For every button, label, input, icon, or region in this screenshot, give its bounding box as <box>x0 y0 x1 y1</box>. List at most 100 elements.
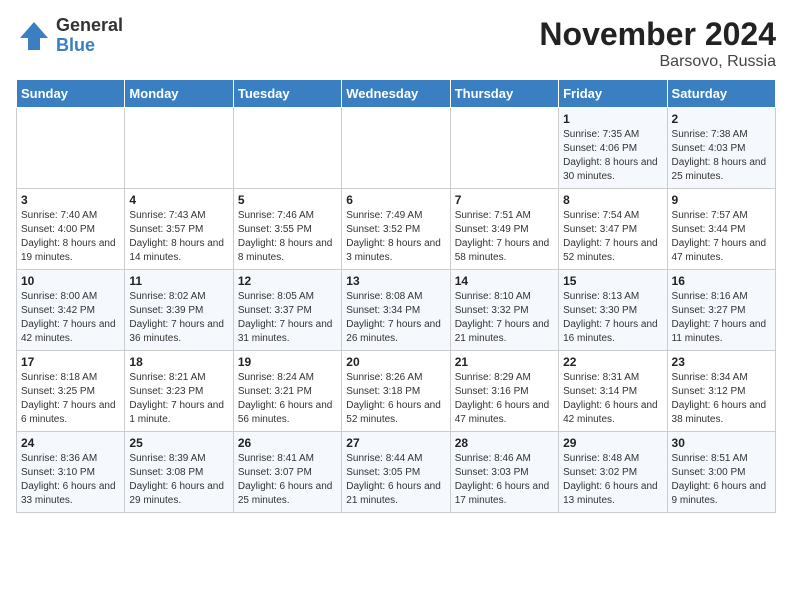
day-number: 8 <box>563 193 662 207</box>
calendar-cell: 27 Sunrise: 8:44 AM Sunset: 3:05 PM Dayli… <box>342 432 450 513</box>
calendar-cell: 7 Sunrise: 7:51 AM Sunset: 3:49 PM Daylig… <box>450 189 558 270</box>
day-info: Sunrise: 7:43 AM Sunset: 3:57 PM Dayligh… <box>129 209 228 265</box>
logo-text: General Blue <box>56 16 123 56</box>
day-number: 26 <box>238 436 337 450</box>
day-info: Sunrise: 8:24 AM Sunset: 3:21 PM Dayligh… <box>238 371 337 427</box>
day-info: Sunrise: 8:21 AM Sunset: 3:23 PM Dayligh… <box>129 371 228 427</box>
day-number: 3 <box>21 193 120 207</box>
day-info: Sunrise: 7:51 AM Sunset: 3:49 PM Dayligh… <box>455 209 554 265</box>
day-info: Sunrise: 7:38 AM Sunset: 4:03 PM Dayligh… <box>672 128 771 184</box>
day-info: Sunrise: 8:29 AM Sunset: 3:16 PM Dayligh… <box>455 371 554 427</box>
page-header: General Blue November 2024 Barsovo, Russ… <box>16 16 776 71</box>
day-info: Sunrise: 8:13 AM Sunset: 3:30 PM Dayligh… <box>563 290 662 346</box>
day-info: Sunrise: 8:18 AM Sunset: 3:25 PM Dayligh… <box>21 371 120 427</box>
day-info: Sunrise: 8:00 AM Sunset: 3:42 PM Dayligh… <box>21 290 120 346</box>
day-info: Sunrise: 8:16 AM Sunset: 3:27 PM Dayligh… <box>672 290 771 346</box>
day-info: Sunrise: 8:10 AM Sunset: 3:32 PM Dayligh… <box>455 290 554 346</box>
calendar-cell: 29Sunrise: 8:48 AM Sunset: 3:02 PM Dayli… <box>559 432 667 513</box>
day-number: 27 <box>346 436 445 450</box>
day-number: 14 <box>455 274 554 288</box>
calendar-cell: 1Sunrise: 7:35 AM Sunset: 4:06 PM Daylig… <box>559 108 667 189</box>
day-number: 10 <box>21 274 120 288</box>
day-info: Sunrise: 8:46 AM Sunset: 3:03 PM Dayligh… <box>455 452 554 508</box>
calendar-cell: 6Sunrise: 7:49 AM Sunset: 3:52 PM Daylig… <box>342 189 450 270</box>
day-info: Sunrise: 8:08 AM Sunset: 3:34 PM Dayligh… <box>346 290 445 346</box>
day-number: 22 <box>563 355 662 369</box>
day-number: 30 <box>672 436 771 450</box>
calendar-week-row: 17 Sunrise: 8:18 AM Sunset: 3:25 PM Dayli… <box>17 351 776 432</box>
location-title: Barsovo, Russia <box>539 53 776 71</box>
weekday-header: Wednesday <box>342 80 450 108</box>
day-number: 17 <box>21 355 120 369</box>
calendar-cell: 9Sunrise: 7:57 AM Sunset: 3:44 PM Daylig… <box>667 189 775 270</box>
logo-icon <box>16 18 52 54</box>
calendar-cell: 21 Sunrise: 8:29 AM Sunset: 3:16 PM Dayli… <box>450 351 558 432</box>
calendar-cell <box>342 108 450 189</box>
logo: General Blue <box>16 16 123 56</box>
day-info: Sunrise: 7:40 AM Sunset: 4:00 PM Dayligh… <box>21 209 120 265</box>
day-number: 25 <box>129 436 228 450</box>
day-number: 12 <box>238 274 337 288</box>
calendar-cell: 22 Sunrise: 8:31 AM Sunset: 3:14 PM Dayli… <box>559 351 667 432</box>
day-info: Sunrise: 8:02 AM Sunset: 3:39 PM Dayligh… <box>129 290 228 346</box>
calendar-cell: 10 Sunrise: 8:00 AM Sunset: 3:42 PM Dayli… <box>17 270 125 351</box>
calendar-cell: 30 Sunrise: 8:51 AM Sunset: 3:00 PM Dayli… <box>667 432 775 513</box>
day-number: 24 <box>21 436 120 450</box>
calendar-week-row: 3 Sunrise: 7:40 AM Sunset: 4:00 PM Daylig… <box>17 189 776 270</box>
calendar-cell <box>17 108 125 189</box>
weekday-header: Sunday <box>17 80 125 108</box>
day-number: 19 <box>238 355 337 369</box>
day-info: Sunrise: 8:51 AM Sunset: 3:00 PM Dayligh… <box>672 452 771 508</box>
calendar-cell: 4Sunrise: 7:43 AM Sunset: 3:57 PM Daylig… <box>125 189 233 270</box>
day-number: 21 <box>455 355 554 369</box>
day-info: Sunrise: 7:54 AM Sunset: 3:47 PM Dayligh… <box>563 209 662 265</box>
month-title: November 2024 <box>539 16 776 53</box>
day-info: Sunrise: 8:34 AM Sunset: 3:12 PM Dayligh… <box>672 371 771 427</box>
weekday-header: Monday <box>125 80 233 108</box>
day-number: 28 <box>455 436 554 450</box>
day-info: Sunrise: 8:31 AM Sunset: 3:14 PM Dayligh… <box>563 371 662 427</box>
calendar-table: SundayMondayTuesdayWednesdayThursdayFrid… <box>16 79 776 513</box>
day-number: 11 <box>129 274 228 288</box>
day-number: 13 <box>346 274 445 288</box>
title-block: November 2024 Barsovo, Russia <box>539 16 776 71</box>
weekday-header: Saturday <box>667 80 775 108</box>
day-number: 15 <box>563 274 662 288</box>
day-info: Sunrise: 8:39 AM Sunset: 3:08 PM Dayligh… <box>129 452 228 508</box>
calendar-cell: 25 Sunrise: 8:39 AM Sunset: 3:08 PM Dayli… <box>125 432 233 513</box>
day-number: 9 <box>672 193 771 207</box>
calendar-cell: 12 Sunrise: 8:05 AM Sunset: 3:37 PM Dayli… <box>233 270 341 351</box>
day-info: Sunrise: 7:46 AM Sunset: 3:55 PM Dayligh… <box>238 209 337 265</box>
day-number: 16 <box>672 274 771 288</box>
day-info: Sunrise: 8:41 AM Sunset: 3:07 PM Dayligh… <box>238 452 337 508</box>
calendar-week-row: 1Sunrise: 7:35 AM Sunset: 4:06 PM Daylig… <box>17 108 776 189</box>
day-info: Sunrise: 8:48 AM Sunset: 3:02 PM Dayligh… <box>563 452 662 508</box>
calendar-week-row: 24 Sunrise: 8:36 AM Sunset: 3:10 PM Dayli… <box>17 432 776 513</box>
calendar-cell: 11 Sunrise: 8:02 AM Sunset: 3:39 PM Dayli… <box>125 270 233 351</box>
day-number: 20 <box>346 355 445 369</box>
calendar-cell: 17 Sunrise: 8:18 AM Sunset: 3:25 PM Dayli… <box>17 351 125 432</box>
calendar-cell: 24 Sunrise: 8:36 AM Sunset: 3:10 PM Dayli… <box>17 432 125 513</box>
day-number: 18 <box>129 355 228 369</box>
calendar-cell <box>125 108 233 189</box>
day-number: 6 <box>346 193 445 207</box>
day-number: 5 <box>238 193 337 207</box>
day-info: Sunrise: 8:44 AM Sunset: 3:05 PM Dayligh… <box>346 452 445 508</box>
calendar-cell <box>450 108 558 189</box>
calendar-cell: 23 Sunrise: 8:34 AM Sunset: 3:12 PM Dayli… <box>667 351 775 432</box>
calendar-cell: 2 Sunrise: 7:38 AM Sunset: 4:03 PM Daylig… <box>667 108 775 189</box>
weekday-header-row: SundayMondayTuesdayWednesdayThursdayFrid… <box>17 80 776 108</box>
calendar-cell: 18 Sunrise: 8:21 AM Sunset: 3:23 PM Dayli… <box>125 351 233 432</box>
day-info: Sunrise: 8:26 AM Sunset: 3:18 PM Dayligh… <box>346 371 445 427</box>
calendar-cell: 5 Sunrise: 7:46 AM Sunset: 3:55 PM Daylig… <box>233 189 341 270</box>
calendar-cell <box>233 108 341 189</box>
day-number: 7 <box>455 193 554 207</box>
day-number: 2 <box>672 112 771 126</box>
calendar-cell: 3 Sunrise: 7:40 AM Sunset: 4:00 PM Daylig… <box>17 189 125 270</box>
day-info: Sunrise: 8:05 AM Sunset: 3:37 PM Dayligh… <box>238 290 337 346</box>
calendar-cell: 19 Sunrise: 8:24 AM Sunset: 3:21 PM Dayli… <box>233 351 341 432</box>
weekday-header: Thursday <box>450 80 558 108</box>
day-info: Sunrise: 8:36 AM Sunset: 3:10 PM Dayligh… <box>21 452 120 508</box>
day-number: 23 <box>672 355 771 369</box>
calendar-cell: 16 Sunrise: 8:16 AM Sunset: 3:27 PM Dayli… <box>667 270 775 351</box>
